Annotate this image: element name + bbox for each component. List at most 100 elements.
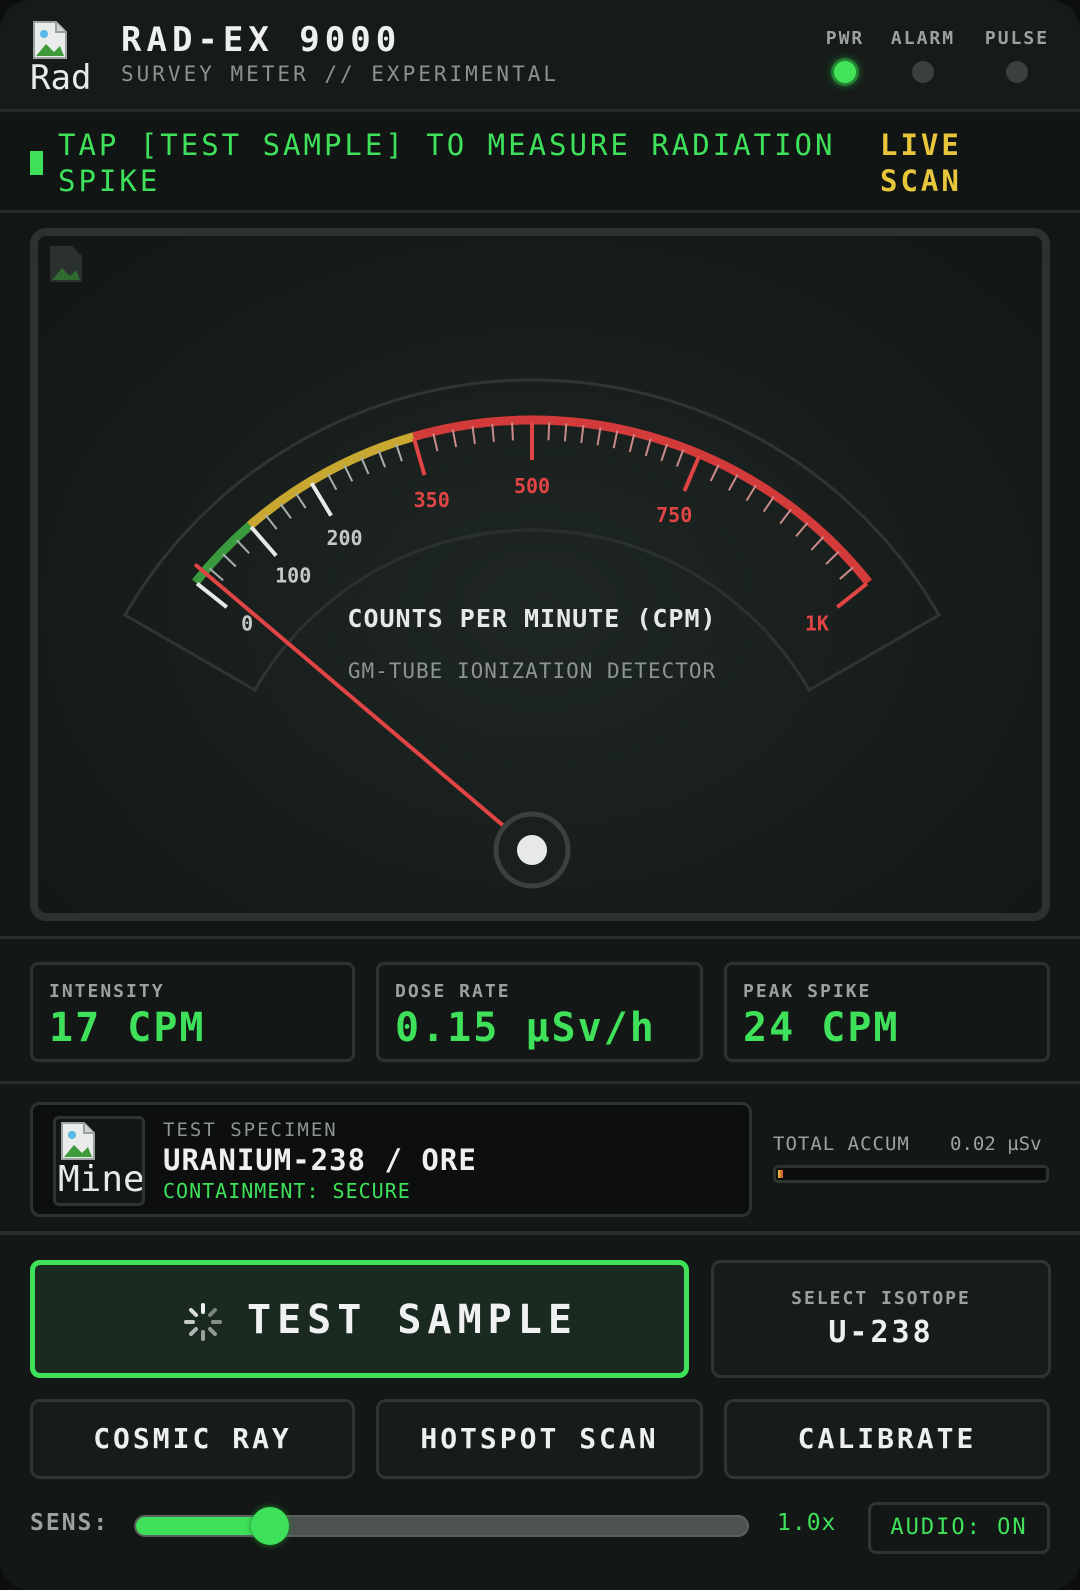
indicator-pwr: PWR	[805, 28, 885, 83]
minor-tick	[728, 474, 739, 491]
survey-meter-device: Rad RAD-EX 9000 SURVEY METER // EXPERIME…	[0, 0, 1080, 1590]
major-tick	[412, 438, 427, 476]
stat-value: 0.15 µSv/h	[395, 1005, 656, 1051]
minor-tick	[825, 550, 840, 565]
gauge-subtitle: GM-TUBE IONIZATION DETECTOR	[348, 659, 716, 683]
indicator-label: PULSE	[984, 28, 1050, 49]
needle-pivot	[517, 835, 547, 865]
calibrate-button[interactable]: CALIBRATE	[724, 1399, 1050, 1479]
instruction-banner: TAP [TEST SAMPLE] TO MEASURE RADIATION S…	[0, 115, 1080, 213]
accum-value: 0.02 µSv	[950, 1133, 1042, 1155]
minor-tick	[596, 427, 602, 446]
minor-tick	[222, 553, 237, 568]
scale-label: 750	[656, 503, 692, 527]
analog-gauge: 0 100 200 350 500 750 1K COUNTS PER MINUTE (CP…	[30, 228, 1050, 921]
minor-tick	[779, 508, 792, 525]
stat-peak-spike: PEAK SPIKE 24 CPM	[724, 962, 1050, 1062]
header: Rad RAD-EX 9000 SURVEY METER // EXPERIME…	[0, 0, 1080, 112]
specimen-name: URANIUM-238 / ORE	[163, 1143, 477, 1177]
accum-progress-fill	[778, 1170, 784, 1178]
live-scan-status: LIVE SCAN	[880, 128, 962, 198]
minor-tick	[547, 422, 551, 441]
minor-tick	[491, 423, 495, 442]
scale-label: 500	[514, 474, 550, 498]
minor-tick	[644, 438, 652, 457]
broken-image-icon	[33, 21, 67, 59]
select-isotope-button[interactable]: SELECT ISOTOPE U-238	[711, 1260, 1051, 1378]
app-title: RAD-EX 9000	[121, 20, 402, 60]
minor-tick	[432, 433, 439, 452]
specimen-thumbnail: Mine	[53, 1116, 145, 1206]
stat-label: DOSE RATE	[395, 981, 511, 1002]
isotope-value: U-238	[828, 1315, 934, 1350]
broken-image-icon	[61, 1122, 95, 1160]
slider-thumb[interactable]	[251, 1507, 290, 1545]
specimen-card: Mine TEST SPECIMEN URANIUM-238 / ORE CON…	[30, 1102, 752, 1217]
scale-label: 100	[275, 563, 311, 587]
sensitivity-slider[interactable]	[134, 1507, 749, 1545]
minor-tick	[675, 449, 685, 467]
scale-label: 200	[326, 526, 362, 550]
test-sample-label: TEST SAMPLE	[247, 1297, 578, 1343]
minor-tick	[628, 434, 636, 453]
status-bar-icon	[30, 151, 43, 175]
accum-label: TOTAL ACCUM	[773, 1133, 910, 1155]
minor-tick	[762, 496, 775, 513]
alarm-led-icon	[912, 61, 934, 83]
specimen-row: Mine TEST SPECIMEN URANIUM-238 / ORE CON…	[0, 1087, 1080, 1235]
audio-toggle-button[interactable]: AUDIO: ON	[868, 1502, 1050, 1554]
minor-tick	[326, 473, 338, 491]
thumbnail-alt-text: Mine	[58, 1159, 145, 1200]
spinner-icon	[184, 1303, 222, 1341]
gauge-title: COUNTS PER MINUTE (CPM)	[347, 604, 716, 633]
major-tick	[835, 581, 869, 609]
minor-tick	[839, 566, 854, 580]
minor-tick	[810, 536, 825, 551]
minor-tick	[279, 503, 292, 519]
indicator-label: PWR	[825, 28, 865, 49]
indicator-label: ALARM	[890, 28, 956, 49]
stat-dose-rate: DOSE RATE 0.15 µSv/h	[376, 962, 703, 1062]
sensitivity-value: 1.0x	[777, 1510, 837, 1536]
major-tick	[682, 455, 702, 492]
minor-tick	[563, 423, 568, 442]
minor-tick	[511, 422, 514, 441]
minor-tick	[294, 492, 307, 509]
gauge-dial: 0 100 200 350 500 750 1K COUNTS PER MINUTE (CP…	[122, 378, 942, 889]
major-tick	[309, 482, 333, 517]
minor-tick	[580, 424, 585, 444]
minor-tick	[235, 539, 250, 554]
zone-arc-danger	[412, 415, 873, 586]
isotope-label: SELECT ISOTOPE	[791, 1288, 971, 1309]
minor-tick	[377, 450, 387, 468]
logo: Rad	[28, 18, 104, 98]
stat-label: INTENSITY	[49, 981, 165, 1002]
minor-tick	[612, 430, 619, 449]
accum-progress-bar	[773, 1165, 1049, 1183]
stat-intensity: INTENSITY 17 CPM	[30, 962, 355, 1062]
minor-tick	[395, 443, 403, 462]
major-tick	[249, 525, 278, 557]
minor-tick	[745, 484, 757, 502]
logo-alt-text: Rad	[30, 58, 92, 98]
test-sample-button[interactable]: TEST SAMPLE	[30, 1260, 689, 1378]
stats-row: INTENSITY 17 CPM DOSE RATE 0.15 µSv/h PE…	[0, 942, 1080, 1084]
minor-tick	[451, 429, 458, 448]
pulse-led-icon	[1006, 61, 1028, 83]
pwr-led-icon	[834, 61, 856, 83]
minor-tick	[264, 514, 278, 530]
sensitivity-label: SENS:	[30, 1510, 110, 1536]
scale-label: 350	[414, 488, 450, 512]
app-subtitle: SURVEY METER // EXPERIMENTAL	[121, 62, 560, 86]
gauge-section: 0 100 200 350 500 750 1K COUNTS PER MINUTE (CP…	[0, 213, 1080, 939]
minor-tick	[795, 521, 809, 538]
minor-tick	[360, 457, 370, 475]
hotspot-scan-button[interactable]: HOTSPOT SCAN	[376, 1399, 703, 1479]
indicator-pulse: PULSE	[977, 28, 1057, 83]
stat-label: PEAK SPIKE	[743, 981, 872, 1002]
indicator-alarm: ALARM	[883, 28, 963, 83]
stat-value: 24 CPM	[743, 1005, 900, 1051]
cosmic-ray-button[interactable]: COSMIC RAY	[30, 1399, 355, 1479]
scale-label: 1K	[805, 611, 829, 635]
containment-status: CONTAINMENT: SECURE	[163, 1179, 411, 1203]
